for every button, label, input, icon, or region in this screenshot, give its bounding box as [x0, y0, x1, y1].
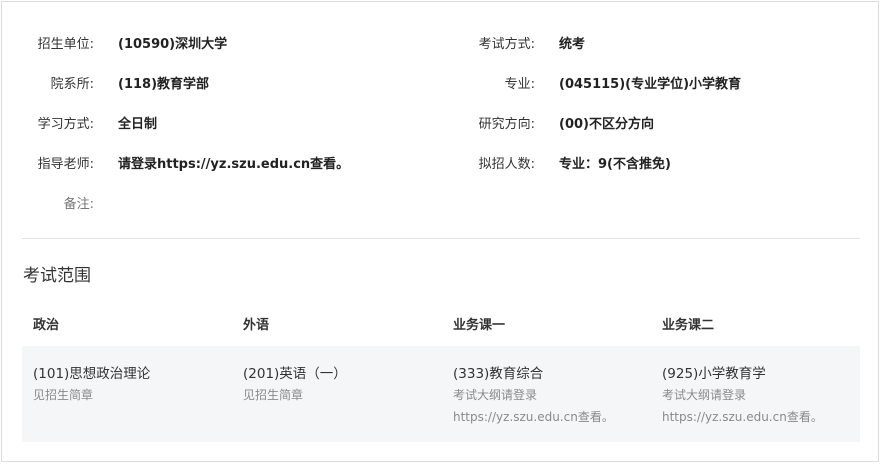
info-row-exam-method: 考试方式: 统考: [2, 35, 878, 55]
cell-foreign-language: (201)英语（一） 见招生简章: [243, 364, 347, 406]
note-course-two-line2: https://yz.szu.edu.cn查看。: [662, 410, 823, 424]
info-row-remarks: 备注:: [2, 195, 878, 215]
enrollment-label: 拟招人数:: [478, 157, 535, 172]
note-politics: 见招生简章: [33, 388, 94, 402]
note-course-two-line1: 考试大纲请登录: [662, 388, 747, 402]
subject-course-two: (925)小学教育学: [662, 366, 766, 382]
note-course-one-line2: https://yz.szu.edu.cn查看。: [453, 410, 614, 424]
note-course-one-line1: 考试大纲请登录: [453, 388, 538, 402]
info-row-enrollment: 拟招人数: 专业：9(不含推免): [2, 155, 878, 175]
enrollment-value: 专业：9(不含推免): [559, 157, 671, 172]
subject-course-one: (333)教育综合: [453, 366, 544, 382]
research-direction-label: 研究方向:: [478, 117, 535, 132]
table-row: (101)思想政治理论 见招生简章 (201)英语（一） 见招生简章 (333)…: [22, 346, 860, 442]
info-row-research-direction: 研究方向: (00)不区分方向: [2, 115, 878, 135]
header-foreign-language: 外语: [243, 318, 270, 333]
header-politics: 政治: [33, 318, 60, 333]
subject-politics: (101)思想政治理论: [33, 366, 151, 382]
header-course-one: 业务课一: [453, 318, 506, 333]
exam-method-value: 统考: [559, 37, 586, 52]
major-label: 专业:: [504, 77, 535, 92]
subject-foreign-language: (201)英语（一）: [243, 366, 347, 382]
remarks-label: 备注:: [63, 197, 94, 212]
info-row-major: 专业: (045115)(专业学位)小学教育: [2, 75, 878, 95]
exam-scope-table: 政治 外语 业务课一 业务课二 (101)思想政治理论 见招生简章 (201)英…: [22, 304, 860, 442]
cell-course-two: (925)小学教育学 考试大纲请登录 https://yz.szu.edu.cn…: [662, 364, 823, 428]
research-direction-value: (00)不区分方向: [559, 117, 654, 132]
program-detail-panel: 招生单位: (10590)深圳大学 院系所: (118)教育学部 学习方式: 全…: [1, 1, 879, 462]
major-value: (045115)(专业学位)小学教育: [559, 77, 742, 92]
note-foreign-language: 见招生简章: [243, 388, 304, 402]
exam-scope-title: 考试范围: [23, 266, 91, 286]
exam-table-header: 政治 外语 业务课一 业务课二: [22, 304, 860, 346]
section-divider: [22, 238, 860, 239]
header-course-two: 业务课二: [662, 318, 715, 333]
cell-politics: (101)思想政治理论 见招生简章: [33, 364, 150, 406]
cell-course-one: (333)教育综合 考试大纲请登录 https://yz.szu.edu.cn查…: [453, 364, 614, 428]
exam-method-label: 考试方式:: [478, 37, 535, 52]
